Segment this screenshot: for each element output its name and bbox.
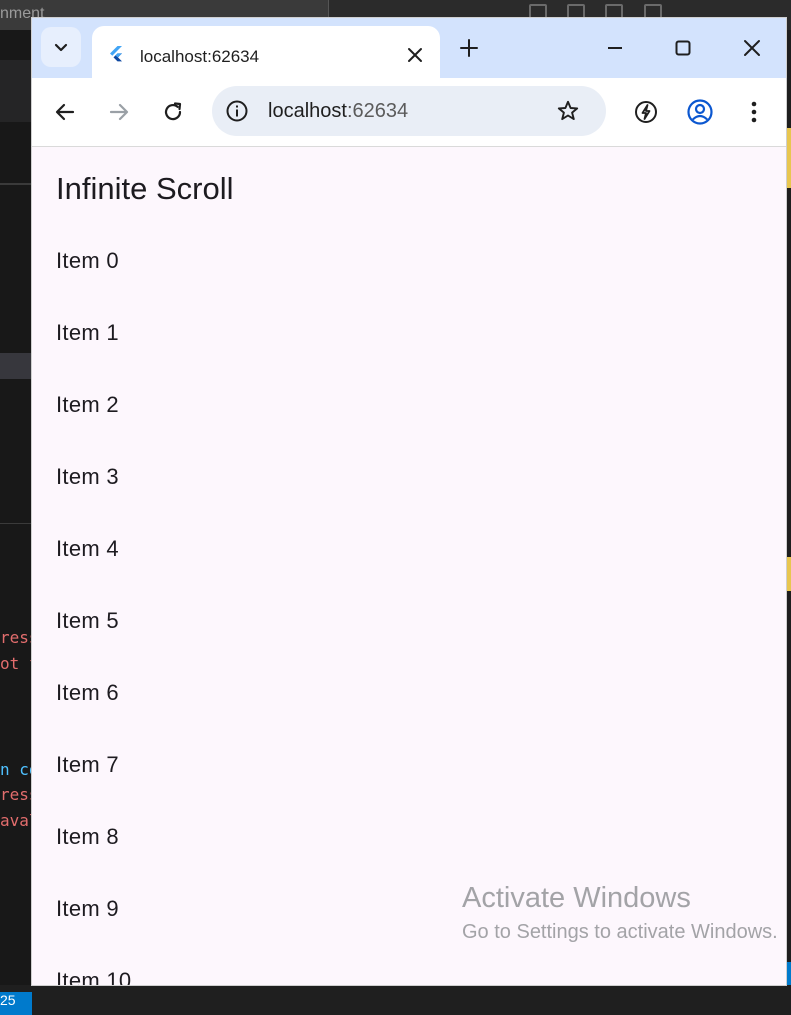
browser-menu-button[interactable] [740, 98, 768, 126]
window-close-icon [744, 40, 760, 56]
list-item-label: Item 1 [56, 320, 119, 345]
background-divider [0, 183, 32, 185]
item-list[interactable]: Item 0 Item 1 Item 2 Item 3 Item 4 Item … [32, 225, 786, 985]
reload-button[interactable] [159, 98, 187, 126]
list-item-label: Item 0 [56, 248, 119, 273]
list-item-label: Item 2 [56, 392, 119, 417]
reload-icon [164, 102, 182, 121]
list-item-label: Item 7 [56, 752, 119, 777]
list-item[interactable]: Item 2 [32, 369, 786, 441]
address-bar-url[interactable]: localhost:62634 [268, 100, 408, 123]
plus-icon[interactable] [458, 37, 480, 59]
watermark-subtitle: Go to Settings to activate Windows. [462, 921, 778, 943]
list-item-label: Item 4 [56, 536, 119, 561]
kebab-menu-icon [751, 101, 757, 123]
browser-toolbar: localhost:62634 [32, 78, 786, 147]
background-selected-row [0, 353, 32, 379]
background-status-text: 25 [0, 992, 16, 1008]
maximize-icon [675, 40, 691, 56]
maximize-button[interactable] [670, 35, 696, 61]
star-icon[interactable] [556, 99, 580, 123]
list-item-label: Item 8 [56, 824, 119, 849]
background-status-bar [786, 962, 791, 985]
list-item[interactable]: Item 3 [32, 441, 786, 513]
background-divider [0, 523, 32, 524]
list-item-label: Item 5 [56, 608, 119, 633]
list-item-label: Item 9 [56, 896, 119, 921]
background-editor-edge [786, 30, 791, 985]
page-content: Infinite Scroll Item 0 Item 1 Item 2 Ite… [32, 147, 786, 985]
list-item[interactable]: Item 7 [32, 729, 786, 801]
performance-button[interactable] [632, 98, 660, 126]
list-item[interactable]: Item 1 [32, 297, 786, 369]
tab-strip: localhost:62634 [32, 18, 786, 78]
url-port: :62634 [346, 100, 409, 122]
close-icon[interactable] [406, 46, 424, 64]
list-item-label: Item 6 [56, 680, 119, 705]
profile-button[interactable] [686, 98, 714, 126]
list-item-label: Item 10 [56, 968, 132, 985]
list-item-label: Item 3 [56, 464, 119, 489]
background-editor-band [0, 60, 32, 122]
back-arrow-icon [55, 103, 75, 121]
window-close-button[interactable] [739, 35, 765, 61]
page-title: Infinite Scroll [56, 171, 234, 206]
forward-button[interactable] [105, 98, 133, 126]
list-item[interactable]: Item 6 [32, 657, 786, 729]
background-highlight [786, 128, 791, 188]
profile-icon [687, 99, 713, 125]
back-button[interactable] [51, 98, 79, 126]
background-highlight [786, 557, 791, 591]
browser-window: localhost:62634 localhost:62634 Infinite… [32, 18, 786, 985]
chevron-down-icon [54, 43, 68, 52]
background-status-bar: 25 [0, 992, 32, 1015]
list-item[interactable]: Item 0 [32, 225, 786, 297]
background-editor-panel: ress ot f n co ress aval 25 [0, 30, 39, 1015]
list-item[interactable]: Item 8 [32, 801, 786, 873]
tab-search-button[interactable] [41, 27, 81, 67]
tab-title: localhost:62634 [140, 47, 260, 66]
performance-icon [635, 101, 657, 123]
browser-tab[interactable]: localhost:62634 [92, 26, 440, 78]
list-item[interactable]: Item 5 [32, 585, 786, 657]
list-item[interactable]: Item 4 [32, 513, 786, 585]
forward-arrow-icon [109, 103, 129, 121]
url-host: localhost [268, 100, 347, 122]
minimize-icon [608, 47, 622, 49]
address-bar[interactable]: localhost:62634 [212, 86, 606, 136]
list-item[interactable]: Item 10 [32, 945, 786, 985]
minimize-button[interactable] [602, 35, 628, 61]
watermark-title: Activate Windows [462, 882, 691, 914]
flutter-icon [110, 46, 122, 62]
info-icon[interactable] [225, 99, 249, 123]
activate-windows-watermark: Activate Windows Go to Settings to activ… [462, 882, 778, 944]
